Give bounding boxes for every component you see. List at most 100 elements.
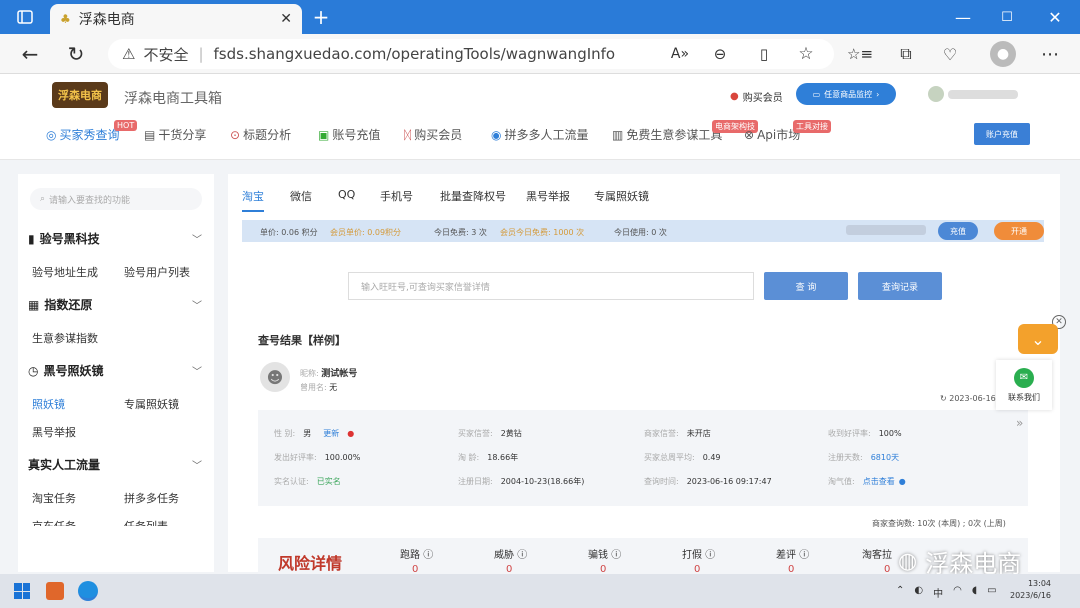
- tab-actions-icon[interactable]: [16, 8, 34, 26]
- chevron-down-icon[interactable]: ﹀: [192, 297, 202, 312]
- arrow-icon: ›: [876, 89, 880, 99]
- chevron-up-icon[interactable]: ⌃: [896, 585, 904, 600]
- tab-wechat[interactable]: 微信: [290, 188, 312, 204]
- nav-account-recharge[interactable]: ▣ 账号充值: [318, 126, 380, 143]
- buy-member-link[interactable]: ● 购买会员: [730, 89, 783, 104]
- sidebar-item-index[interactable]: 生意参谋指数: [32, 330, 98, 346]
- view-link[interactable]: 点击查看: [863, 477, 895, 486]
- volume-icon[interactable]: ◖: [972, 585, 977, 600]
- nav-tips[interactable]: ▤ 干货分享: [144, 126, 206, 143]
- used-name-label: 曾用名:: [300, 383, 327, 392]
- wechat-icon: ✉: [1014, 367, 1034, 388]
- wallet-icon: ▣: [318, 127, 330, 142]
- read-aloud-icon[interactable]: A»: [668, 42, 692, 66]
- help-icon: ⓘ: [517, 550, 528, 561]
- section-index[interactable]: ▦ 指数还原: [28, 296, 92, 313]
- qq-icon[interactable]: ◐: [914, 585, 923, 600]
- chevron-down-icon[interactable]: ﹀: [192, 363, 202, 378]
- section-traffic[interactable]: 真实人工流量: [28, 456, 100, 473]
- sidebar-item-pdd-task[interactable]: 拼多多任务: [124, 490, 179, 506]
- tab-batch[interactable]: 批量查降权号: [440, 188, 506, 204]
- refresh-icon[interactable]: ↻: [64, 42, 88, 66]
- app-icon[interactable]: [46, 582, 64, 600]
- recharge-button[interactable]: 充值: [938, 222, 978, 240]
- performance-icon[interactable]: ♡: [938, 42, 962, 66]
- sidebar-item-task-list[interactable]: 任务列表: [124, 518, 168, 526]
- tab-report[interactable]: 黑号举报: [526, 188, 570, 204]
- profile-avatar[interactable]: ●: [990, 41, 1016, 67]
- collections-icon[interactable]: ⧉: [894, 42, 918, 66]
- site-logo[interactable]: 浮森电商: [52, 82, 108, 108]
- tab-close-icon[interactable]: ✕: [280, 11, 292, 27]
- tag-icon: ᛞ: [404, 127, 412, 142]
- collapse-arrow-icon[interactable]: »: [1016, 416, 1023, 430]
- favorite-icon[interactable]: ☆: [794, 42, 818, 66]
- favorites-list-icon[interactable]: ☆≡: [847, 42, 873, 66]
- sidebar-item-jd-task[interactable]: 京东任务: [32, 518, 76, 526]
- sidebar-item-verify-users[interactable]: 验号用户列表: [124, 264, 190, 280]
- browser-tab[interactable]: ♣ 浮森电商 ✕: [50, 4, 302, 34]
- section-title: 指数还原: [44, 298, 93, 312]
- chevron-down-icon[interactable]: ﹀: [192, 231, 202, 246]
- reader-view-icon[interactable]: ▯: [752, 42, 776, 66]
- sidebar-item-exclusive-mirror[interactable]: 专属照妖镜: [124, 396, 179, 412]
- history-button[interactable]: 查询记录: [858, 272, 942, 300]
- nav-title-analysis[interactable]: ⊙ 标题分析: [230, 126, 291, 143]
- risk-runaway-label: 跑路 ⓘ: [400, 550, 434, 561]
- maximize-icon[interactable]: ☐: [996, 6, 1018, 28]
- battery-icon[interactable]: ▭: [987, 585, 996, 600]
- detail-query-time: 查询时间: 2023-06-16 09:17:47: [644, 477, 772, 486]
- date-value: 2023-06-16: [949, 394, 996, 403]
- wangwang-input[interactable]: 输入旺旺号,可查询买家信誉详情: [348, 272, 754, 300]
- tab-phone[interactable]: 手机号: [380, 188, 413, 204]
- section-title: 真实人工流量: [28, 458, 101, 472]
- nav-api-market[interactable]: ⊗ Api市场: [744, 126, 800, 143]
- sidebar-search[interactable]: ⌕ 请输入要查找的功能: [30, 188, 202, 210]
- nav-pdd-traffic[interactable]: ◉ 拼多多人工流量: [491, 126, 589, 143]
- tab-favicon-icon: ♣: [60, 12, 71, 26]
- result-date: ↻ 2023-06-16: [940, 394, 996, 403]
- ime-indicator[interactable]: 中: [933, 585, 943, 600]
- risk-badreview-label: 差评 ⓘ: [776, 550, 810, 561]
- query-button[interactable]: 查 询: [764, 272, 848, 300]
- help-icon: ⓘ: [705, 550, 716, 561]
- edge-icon[interactable]: [78, 581, 98, 601]
- section-verify[interactable]: ▮ 验号黑科技: [28, 230, 100, 247]
- sidebar-item-taobao-task[interactable]: 淘宝任务: [32, 490, 76, 506]
- sidebar-item-mirror[interactable]: 照妖镜: [32, 396, 65, 412]
- vip-float-icon[interactable]: ⌄: [1018, 324, 1058, 354]
- contact-widget[interactable]: ✉ 联系我们: [996, 360, 1052, 410]
- browser-tab-strip: ♣ 浮森电商 ✕ + — ☐ ✕: [0, 0, 1080, 34]
- close-window-icon[interactable]: ✕: [1044, 6, 1066, 28]
- monitor-icon: ▭: [812, 89, 821, 99]
- tab-taobao[interactable]: 淘宝: [242, 188, 264, 212]
- new-tab-icon[interactable]: +: [310, 5, 332, 29]
- chevron-down-icon[interactable]: ﹀: [192, 457, 202, 472]
- update-link[interactable]: 更新: [323, 429, 339, 438]
- more-menu-icon[interactable]: ⋯: [1038, 42, 1062, 66]
- detail-weekly-avg: 买家总周平均: 0.49: [644, 453, 721, 462]
- sidebar-item-report[interactable]: 黑号举报: [32, 424, 76, 440]
- account-topup-button[interactable]: 账户充值: [974, 123, 1030, 145]
- wifi-icon[interactable]: ◠: [953, 585, 962, 600]
- back-icon[interactable]: ←: [18, 42, 42, 66]
- zoom-icon[interactable]: ⊖: [708, 42, 732, 66]
- detail-naughty-value: 淘气值: 点击查看 ●: [828, 477, 906, 486]
- nav-free-tools[interactable]: ▥ 免费生意参谋工具: [612, 126, 722, 143]
- nav-buyer-show[interactable]: ◎ 买家秀查询: [46, 126, 120, 143]
- url-text: fsds.shangxuedao.com/operatingTools/wagn…: [213, 45, 616, 63]
- clock[interactable]: 13:04 2023/6/16: [1010, 578, 1051, 602]
- sidebar-item-verify-address[interactable]: 验号地址生成: [32, 264, 98, 280]
- monitor-button[interactable]: ▭ 任意商品监控 ›: [796, 83, 896, 105]
- start-icon[interactable]: [14, 583, 30, 599]
- nav-buy-member[interactable]: ᛞ 购买会员: [404, 126, 462, 143]
- tab-exclusive[interactable]: 专属照妖镜: [594, 188, 649, 204]
- username-blurred: [948, 90, 1018, 99]
- risk-fraud-label: 骗钱 ⓘ: [588, 550, 622, 561]
- user-avatar[interactable]: [928, 86, 944, 102]
- tab-qq[interactable]: QQ: [338, 188, 355, 201]
- result-title: 查号结果【样例】: [258, 334, 346, 347]
- minimize-icon[interactable]: —: [952, 6, 974, 28]
- upgrade-button[interactable]: 开通: [994, 222, 1044, 240]
- section-mirror[interactable]: ◷ 黑号照妖镜: [28, 362, 104, 379]
